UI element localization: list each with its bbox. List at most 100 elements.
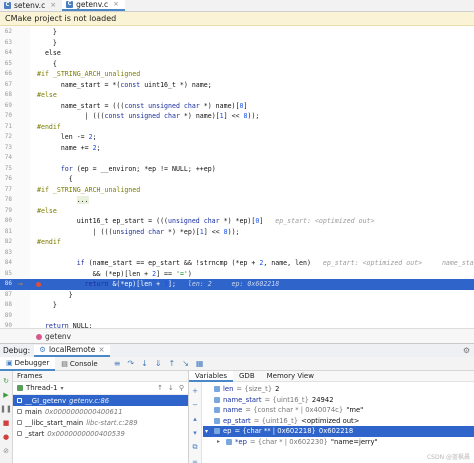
code-line[interactable]: 76 { bbox=[0, 174, 474, 185]
code-text: for (ep = __environ; *ep != NULL; ++ep) bbox=[60, 164, 216, 173]
frame-location: 0x0000000000400539 bbox=[47, 429, 125, 438]
code-line[interactable]: 83 bbox=[0, 248, 474, 259]
code-line[interactable]: 77 #if _STRING_ARCH_unaligned bbox=[0, 185, 474, 196]
debug-session-tab[interactable]: ⚙ localRemote × bbox=[34, 344, 110, 357]
code-line[interactable]: 81 | (((unsigned char *) *ep)[1] << 8)); bbox=[0, 227, 474, 238]
tab-memory-view[interactable]: Memory View bbox=[261, 371, 320, 382]
variable-row[interactable]: ▾ ep = {char ** | 0x602218} 0x602218 bbox=[203, 426, 474, 437]
arrow-down-icon[interactable]: ↓ bbox=[168, 384, 174, 392]
variable-row[interactable]: name = {const char * | 0x40074c} "me" bbox=[203, 405, 474, 416]
code-line[interactable]: 63 } bbox=[0, 38, 474, 49]
code-line[interactable]: 85 && (*ep)[len + 2] == '=') bbox=[0, 269, 474, 280]
stepping-toolbar: ≡ ↷ ↓ ⇓ ↑ ↘ ▦ bbox=[114, 359, 204, 368]
close-icon[interactable]: × bbox=[113, 0, 119, 8]
move-up-icon[interactable]: ▴ bbox=[193, 415, 197, 423]
thread-selector[interactable]: Thread-1 ▾ ↑ ↓ ⚲ bbox=[13, 382, 188, 395]
code-line[interactable]: 79 #else bbox=[0, 206, 474, 217]
remove-watch-icon[interactable]: − bbox=[192, 401, 198, 409]
stack-frame[interactable]: _start 0x0000000000400539 bbox=[13, 428, 188, 439]
breadcrumb[interactable]: getenv bbox=[0, 328, 474, 343]
variable-value: "name=jerry" bbox=[330, 437, 378, 446]
arrow-up-icon[interactable]: ↑ bbox=[157, 384, 163, 392]
frame-function: __libc_start_main bbox=[25, 418, 84, 427]
code-line[interactable]: 62 } bbox=[0, 27, 474, 38]
stop-icon[interactable]: ■ bbox=[3, 419, 10, 427]
mute-breakpoints-icon[interactable]: ⊘ bbox=[3, 447, 9, 455]
tab-debugger[interactable]: ▣ Debugger bbox=[0, 356, 56, 371]
copy-icon[interactable]: ⧉ bbox=[193, 443, 198, 452]
code-line[interactable]: 78 ... bbox=[0, 195, 474, 206]
settings-icon[interactable]: ⚙ bbox=[463, 346, 470, 355]
close-icon[interactable]: × bbox=[50, 1, 56, 9]
code-line[interactable]: 84 if (name_start == ep_start && !strncm… bbox=[0, 258, 474, 269]
line-number: 64 bbox=[4, 49, 12, 56]
tab-variables[interactable]: Variables bbox=[189, 370, 233, 382]
variable-icon bbox=[214, 417, 220, 424]
code-line[interactable]: 82 #endif bbox=[0, 237, 474, 248]
filter-icon[interactable]: ⚲ bbox=[179, 384, 184, 392]
resume-icon[interactable]: ▶ bbox=[3, 391, 8, 399]
code-line[interactable]: 88 } bbox=[0, 300, 474, 311]
step-out-icon[interactable]: ↑ bbox=[169, 359, 176, 368]
tab-gdb[interactable]: GDB bbox=[233, 371, 261, 382]
move-down-icon[interactable]: ▾ bbox=[193, 429, 197, 437]
code-line[interactable]: 67 name_start = *(const uint16_t *) name… bbox=[0, 80, 474, 91]
code-line[interactable]: 71 #endif bbox=[0, 122, 474, 133]
frame-location: getenv.c:86 bbox=[69, 396, 110, 405]
tab-console[interactable]: ▤ Console bbox=[55, 357, 103, 371]
variable-row[interactable]: name_start = {uint16_t} 24942 bbox=[203, 395, 474, 406]
rerun-icon[interactable]: ↻ bbox=[3, 377, 9, 385]
code-line[interactable]: 72 len -= 2; bbox=[0, 132, 474, 143]
variable-row[interactable]: len = {size_t} 2 bbox=[203, 384, 474, 395]
chevron-right-icon[interactable]: ▸ bbox=[217, 438, 223, 445]
code-line[interactable]: 66 #if _STRING_ARCH_unaligned bbox=[0, 69, 474, 80]
evaluate-expression-icon[interactable]: ▦ bbox=[196, 359, 204, 368]
variable-type: = {uint16_t} bbox=[253, 416, 299, 425]
stack-frame[interactable]: __libc_start_main libc-start.c:289 bbox=[13, 417, 188, 428]
stack-frame[interactable]: main 0x0000000000400611 bbox=[13, 406, 188, 417]
line-number: 69 bbox=[4, 101, 12, 109]
debugger-icon: ▣ bbox=[6, 358, 13, 367]
code-line[interactable]: 73 name += 2; bbox=[0, 143, 474, 154]
add-watch-icon[interactable]: + bbox=[192, 387, 198, 395]
code-line[interactable]: 80 uint16_t ep_start = (((unsigned char … bbox=[0, 216, 474, 227]
variables-side-toolbar: + − ▴ ▾ ⧉ ∞ bbox=[189, 382, 202, 463]
variables-tab-bar: Variables GDB Memory View bbox=[189, 370, 474, 382]
code-line[interactable]: 87 } bbox=[0, 290, 474, 301]
code-line[interactable]: 74 bbox=[0, 153, 474, 164]
code-text: #if _STRING_ARCH_unaligned bbox=[37, 70, 141, 78]
tab-getenv[interactable]: C getenv.c × bbox=[62, 0, 126, 11]
variable-name: name_start bbox=[223, 395, 262, 404]
tab-setenv[interactable]: C setenv.c × bbox=[0, 0, 62, 11]
line-number: 75 bbox=[4, 164, 12, 172]
code-line[interactable]: 90 return NULL; bbox=[0, 321, 474, 328]
glasses-icon[interactable]: ∞ bbox=[192, 458, 198, 463]
code-line[interactable]: 64 else bbox=[0, 48, 474, 59]
code-line[interactable]: 89 bbox=[0, 311, 474, 322]
code-line[interactable]: 75 for (ep = __environ; *ep != NULL; ++e… bbox=[0, 164, 474, 175]
code-line[interactable]: 69 name_start = (((const unsigned char *… bbox=[0, 101, 474, 112]
code-line[interactable]: 65 { bbox=[0, 59, 474, 70]
pause-icon[interactable]: ❚❚ bbox=[0, 405, 12, 413]
step-into-icon[interactable]: ↓ bbox=[141, 359, 148, 368]
view-breakpoints-icon[interactable]: ● bbox=[3, 433, 9, 441]
variable-row[interactable]: ep_start = {uint16_t} <optimized out> bbox=[203, 416, 474, 427]
step-over-icon[interactable]: ↷ bbox=[127, 359, 134, 368]
stack-frame[interactable]: __GI_getenv getenv.c:86 bbox=[13, 395, 188, 406]
force-step-into-icon[interactable]: ⇓ bbox=[155, 359, 162, 368]
close-icon[interactable]: × bbox=[98, 345, 104, 354]
current-execution-line[interactable]: 86 ⇒ return &(*ep)[len + 3]; len: 2 ep: 0… bbox=[0, 279, 474, 290]
run-to-cursor-icon[interactable]: ↘ bbox=[182, 359, 189, 368]
variable-icon bbox=[214, 396, 220, 403]
code-line[interactable]: 68 #else bbox=[0, 90, 474, 101]
code-text: #endif bbox=[37, 122, 61, 131]
variable-type: = {char ** | 0x602218} bbox=[234, 427, 316, 436]
code-line[interactable]: 70 | (((const unsigned char *) name)[1] … bbox=[0, 111, 474, 122]
variable-row[interactable]: ▸ *ep = {char * | 0x602230} "name=jerry" bbox=[203, 437, 474, 448]
chevron-down-icon[interactable]: ▾ bbox=[205, 428, 211, 435]
code-editor[interactable]: 62 } 63 } 64 else 65 {66 #if _STRING_ARCH_un… bbox=[0, 26, 474, 328]
show-execution-point-icon[interactable]: ≡ bbox=[114, 359, 121, 368]
code-text: && (*ep)[len + 2] == '=') bbox=[37, 269, 192, 278]
code-text: } bbox=[37, 38, 57, 47]
line-number: 81 bbox=[4, 227, 12, 235]
